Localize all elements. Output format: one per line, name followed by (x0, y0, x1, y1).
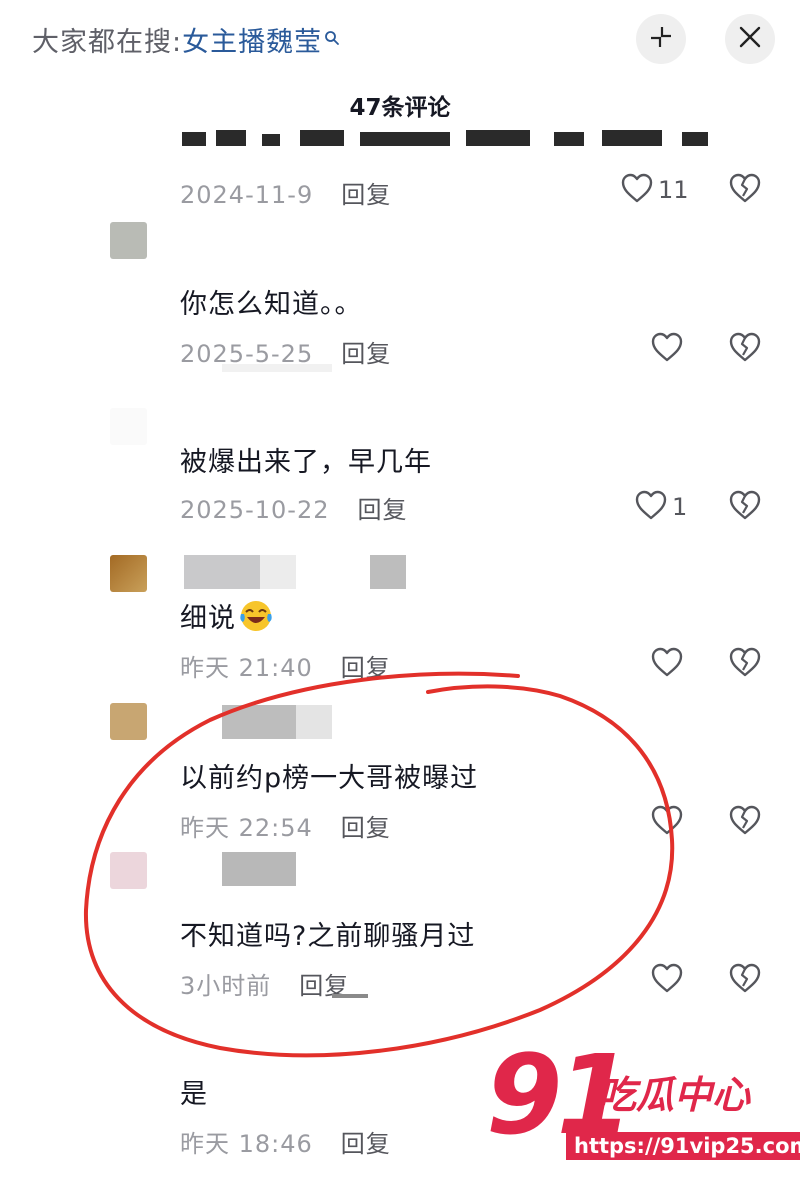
like-button[interactable] (650, 331, 684, 367)
reply-button[interactable]: 回复 (357, 496, 407, 524)
dislike-button[interactable] (728, 489, 762, 525)
redacted-region (222, 364, 332, 372)
reply-button[interactable]: 回复 (341, 181, 391, 209)
like-count: 11 (658, 176, 689, 204)
redacted-region (332, 994, 368, 998)
heart-icon (650, 331, 684, 367)
heart-icon (620, 172, 654, 208)
redacted-username (222, 852, 296, 886)
redacted-username (222, 705, 296, 739)
comment-meta: 2025-10-22 回复 (180, 490, 407, 525)
reply-button[interactable]: 回复 (341, 1130, 391, 1158)
top-bar: 大家都在搜:女主播魏莹 (0, 0, 800, 80)
reply-button[interactable]: 回复 (341, 814, 391, 842)
redacted-username (260, 555, 296, 589)
avatar[interactable] (110, 555, 147, 592)
watermark-url: https://91vip25.com (566, 1132, 800, 1160)
comment-meta: 昨天 21:40 回复 (180, 648, 391, 683)
comment-date: 昨天 21:40 (180, 654, 313, 682)
search-hint-term[interactable]: 女主播魏莹 (182, 27, 322, 58)
comment-date: 昨天 22:54 (180, 814, 313, 842)
broken-heart-icon (728, 647, 762, 682)
avatar[interactable] (110, 222, 147, 259)
like-button[interactable] (650, 804, 684, 840)
like-button[interactable]: 1 (634, 489, 687, 525)
comment-text: 不知道吗?之前聊骚月过 (180, 921, 476, 952)
comment-meta: 昨天 22:54 回复 (180, 808, 391, 843)
like-button[interactable] (650, 962, 684, 998)
like-button[interactable] (650, 646, 684, 682)
redacted-username (370, 555, 406, 589)
broken-heart-icon (728, 332, 762, 367)
avatar[interactable] (110, 408, 147, 445)
comment-count-title: 47条评论 (349, 95, 451, 121)
watermark-label: 吃瓜中心 (598, 1073, 751, 1117)
reply-button[interactable]: 回复 (341, 340, 391, 368)
collapse-icon (648, 24, 674, 54)
redacted-username (184, 555, 260, 589)
dislike-button[interactable] (728, 962, 762, 998)
avatar[interactable] (110, 703, 147, 740)
like-count: 1 (672, 493, 688, 521)
comment-meta: 昨天 18:46 回复 (180, 1124, 391, 1159)
heart-icon (634, 489, 668, 525)
laughing-crying-emoji-icon (238, 598, 274, 641)
comment-date: 3小时前 (180, 972, 272, 1000)
avatar[interactable] (110, 852, 147, 889)
comment-date: 昨天 18:46 (180, 1130, 313, 1158)
collapse-button[interactable] (636, 14, 686, 64)
dislike-button[interactable] (728, 804, 762, 840)
close-button[interactable] (725, 14, 775, 64)
redacted-username (296, 705, 332, 739)
comment-meta: 3小时前 回复 (180, 966, 349, 1001)
comment-text-value: 细说 (180, 603, 236, 634)
close-icon (738, 25, 762, 53)
search-icon (324, 22, 340, 53)
comment-text: 被爆出来了，早几年 (180, 447, 432, 478)
watermark: 91 吃瓜中心 https://91vip25.com (486, 1040, 800, 1180)
broken-heart-icon (728, 490, 762, 525)
comment-text: 是 (180, 1079, 208, 1110)
comment-date: 2024-11-9 (180, 181, 314, 209)
like-button[interactable]: 11 (620, 172, 689, 208)
search-suggestion[interactable]: 大家都在搜:女主播魏莹 (32, 20, 340, 59)
comment-text: 细说 (180, 596, 274, 641)
comment-text: 以前约p榜一大哥被曝过 (180, 763, 479, 794)
heart-icon (650, 646, 684, 682)
cut-off-comment-text (182, 128, 742, 150)
dislike-button[interactable] (728, 331, 762, 367)
broken-heart-icon (728, 963, 762, 998)
comment-date: 2025-10-22 (180, 496, 330, 524)
search-hint-prefix: 大家都在搜: (32, 27, 183, 58)
dislike-button[interactable] (728, 646, 762, 682)
dislike-button[interactable] (728, 172, 762, 208)
comment-text: 你怎么知道。。 (180, 289, 363, 320)
comment-meta: 2024-11-9 回复 (180, 175, 391, 210)
broken-heart-icon (728, 805, 762, 840)
reply-button[interactable]: 回复 (341, 654, 391, 682)
heart-icon (650, 804, 684, 840)
broken-heart-icon (728, 173, 762, 208)
heart-icon (650, 962, 684, 998)
